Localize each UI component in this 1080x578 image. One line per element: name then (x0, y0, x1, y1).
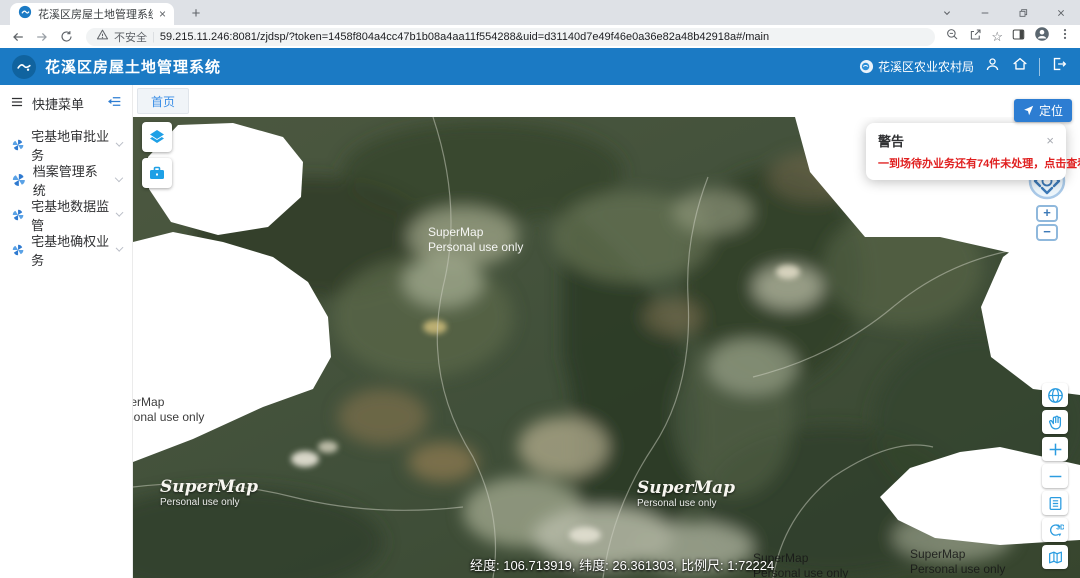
map-status-bar: 经度: 106.713919, 纬度: 26.361303, 比例尺: 1:72… (470, 555, 774, 574)
zoom-magnifier-icon[interactable] (945, 27, 960, 47)
chevron-down-icon (115, 174, 123, 182)
hamburger-icon[interactable] (10, 95, 24, 112)
briefcase-icon (147, 163, 167, 183)
earth-icon (1047, 387, 1064, 404)
main-content: 首页 定位 (133, 85, 1080, 578)
map-viewport[interactable]: 警告 × 一到场待办业务还有74件未处理，点击查看 (133, 117, 1080, 578)
sidebar-item-label: 宅基地数据监管 (31, 196, 110, 234)
basemap-icon (1047, 549, 1064, 566)
layers-button[interactable] (142, 122, 172, 152)
chevron-down-icon (115, 244, 123, 252)
rotate-3d-icon: 3D (1047, 522, 1064, 539)
back-icon[interactable] (8, 27, 28, 47)
minimize-button[interactable] (966, 0, 1004, 25)
app-logo-icon (12, 55, 36, 79)
browser-toolbar: 不安全 | 59.215.11.246:8081/zjdsp/?token=14… (0, 25, 1080, 48)
window-controls (928, 0, 1080, 25)
bookmark-star-icon[interactable]: ☆ (991, 29, 1003, 45)
pinwheel-icon (12, 138, 24, 152)
satellite-imagery (133, 117, 1080, 578)
sidebar-item-label: 宅基地审批业务 (31, 126, 110, 164)
address-bar[interactable]: 不安全 | 59.215.11.246:8081/zjdsp/?token=14… (86, 28, 935, 46)
sidebar: 快捷菜单 宅基地审批业务 档案管理系统 宅基地数据监管 (0, 85, 133, 578)
url-separator: | (152, 31, 155, 43)
menu-dots-icon[interactable] (1058, 27, 1072, 46)
org-chip[interactable]: 花溪区农业农村局 (859, 58, 974, 75)
earth-view-button[interactable] (1042, 383, 1068, 407)
logout-icon[interactable] (1050, 55, 1068, 78)
map-zoom-out-button[interactable] (1042, 464, 1068, 488)
header-right: 花溪区农业农村局 (859, 55, 1068, 78)
sidebar-item-homestead-confirmation[interactable]: 宅基地确权业务 (0, 232, 132, 267)
browser-tab[interactable]: 花溪区房屋土地管理系统 × (10, 3, 174, 25)
app-title: 花溪区房屋土地管理系统 (45, 56, 221, 77)
url-text: 59.215.11.246:8081/zjdsp/?token=1458f804… (160, 31, 769, 43)
org-name: 花溪区农业农村局 (878, 58, 974, 75)
sidebar-title: 快捷菜单 (32, 94, 84, 113)
tab-title: 花溪区房屋土地管理系统 (38, 6, 153, 22)
pan-hand-button[interactable] (1042, 410, 1068, 434)
toggle-3d-button[interactable]: 3D (1042, 518, 1068, 542)
chevron-down-icon (115, 209, 123, 217)
tab-close-icon[interactable]: × (159, 7, 166, 21)
zoom-in-button[interactable]: + (1036, 205, 1058, 222)
toolbox-button[interactable] (142, 158, 172, 188)
legend-list-icon (1047, 495, 1064, 512)
alert-close-icon[interactable]: × (1044, 133, 1056, 148)
layers-icon (147, 127, 167, 147)
page-tab-bar: 首页 (133, 85, 1080, 117)
browser-tab-strip: 花溪区房屋土地管理系统 × + (0, 0, 1080, 25)
sidebar-menu: 宅基地审批业务 档案管理系统 宅基地数据监管 宅基地确权业务 (0, 121, 132, 267)
alert-title: 警告 (878, 131, 904, 150)
toolbar-right: ☆ (945, 26, 1072, 47)
forward-icon[interactable] (32, 27, 52, 47)
not-secure-warning-icon (96, 28, 109, 46)
close-window-button[interactable] (1042, 0, 1080, 25)
locate-button[interactable]: 定位 (1014, 99, 1072, 122)
sidebar-item-label: 档案管理系统 (33, 161, 109, 199)
legend-button[interactable] (1042, 491, 1068, 515)
svg-text:3D: 3D (1056, 524, 1064, 531)
org-badge-icon (859, 59, 874, 74)
home-icon[interactable] (1011, 55, 1029, 78)
pinwheel-icon (12, 173, 26, 187)
pinwheel-icon (12, 208, 24, 222)
refresh-icon[interactable] (56, 27, 76, 47)
tab-home[interactable]: 首页 (137, 88, 189, 114)
map-zoom-in-button[interactable] (1042, 437, 1068, 461)
sidebar-item-homestead-approval[interactable]: 宅基地审批业务 (0, 127, 132, 162)
pinwheel-icon (12, 243, 24, 257)
share-icon[interactable] (968, 27, 983, 47)
menu-fold-icon[interactable] (107, 94, 122, 112)
map-tool-column: 3D (1042, 383, 1068, 569)
basemap-button[interactable] (1042, 545, 1068, 569)
app-header: 花溪区房屋土地管理系统 花溪区农业农村局 (0, 48, 1080, 85)
sidebar-item-homestead-data-supervision[interactable]: 宅基地数据监管 (0, 197, 132, 232)
alert-popup[interactable]: 警告 × 一到场待办业务还有74件未处理，点击查看 (866, 123, 1066, 180)
user-icon[interactable] (984, 56, 1001, 78)
sidebar-item-label: 宅基地确权业务 (31, 231, 110, 269)
favicon (18, 5, 32, 24)
paper-plane-icon (1023, 105, 1034, 116)
security-label: 不安全 (114, 29, 147, 45)
zoom-out-button[interactable]: − (1036, 224, 1058, 241)
sidebar-header: 快捷菜单 (0, 85, 132, 121)
new-tab-button[interactable]: + (184, 5, 208, 22)
alert-message[interactable]: 一到场待办业务还有74件未处理，点击查看 (878, 155, 1056, 171)
locate-label: 定位 (1039, 102, 1063, 119)
profile-avatar-icon[interactable] (1034, 26, 1050, 47)
side-panel-icon[interactable] (1011, 27, 1026, 47)
plus-icon (1047, 441, 1064, 458)
sidebar-item-archive-management[interactable]: 档案管理系统 (0, 162, 132, 197)
restore-button[interactable] (1004, 0, 1042, 25)
header-divider (1039, 58, 1040, 76)
tab-search-chevron-icon[interactable] (928, 0, 966, 25)
zoom-control: + − (1036, 205, 1058, 241)
pan-hand-icon (1047, 414, 1064, 431)
chevron-down-icon (115, 139, 123, 147)
minus-icon (1047, 468, 1064, 485)
